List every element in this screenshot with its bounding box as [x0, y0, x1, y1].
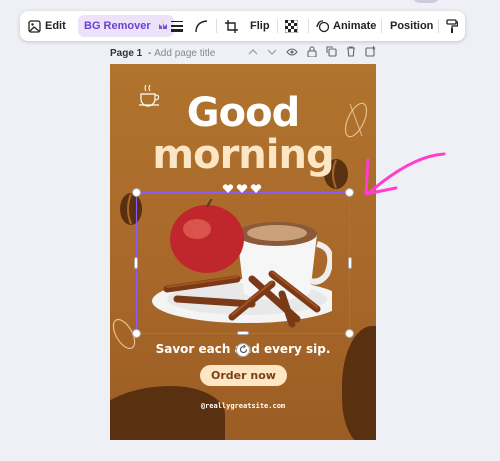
copy-icon[interactable] [326, 46, 337, 60]
resize-handle-top-left[interactable] [132, 188, 141, 197]
position-button[interactable]: Position [390, 11, 433, 41]
bottom-left-blob [110, 386, 225, 440]
bg-remover-button[interactable]: BG Remover [78, 15, 174, 37]
add-page-icon[interactable] [365, 46, 376, 60]
paint-roller-icon [446, 19, 458, 33]
image-edit-icon [28, 19, 41, 33]
line-weight-button[interactable] [171, 11, 183, 41]
resize-handle-left[interactable] [134, 257, 138, 269]
resize-handle-bottom-right[interactable] [345, 329, 354, 338]
corner-radius-button[interactable] [195, 11, 208, 41]
transparency-icon [285, 19, 298, 33]
animate-button[interactable]: Animate [316, 11, 376, 41]
crop-icon [225, 19, 238, 33]
heart-handles[interactable] [222, 184, 262, 194]
flip-label: Flip [250, 20, 270, 32]
lock-icon[interactable] [307, 46, 317, 60]
animate-label: Animate [333, 20, 377, 32]
line-weight-icon [171, 20, 183, 32]
chevron-down-icon[interactable] [267, 48, 277, 59]
transparency-button[interactable] [285, 11, 298, 41]
top-edge-element [412, 0, 440, 3]
crop-button[interactable] [225, 11, 238, 41]
selection-box [136, 192, 350, 334]
website-url[interactable]: @reallygreatsite.com [110, 402, 376, 410]
resize-handle-right[interactable] [348, 257, 352, 269]
edit-label: Edit [45, 20, 66, 32]
chevron-up-icon[interactable] [248, 48, 258, 59]
animate-icon [316, 19, 329, 33]
page-title-input[interactable]: Add page title [154, 48, 215, 59]
bg-remover-label: BG Remover [84, 20, 151, 32]
headline-good[interactable]: Good [110, 90, 376, 136]
page-title-bar: Page 1 - Add page title [110, 45, 376, 61]
rotate-handle[interactable] [236, 343, 250, 357]
eye-icon[interactable] [286, 47, 298, 59]
resize-handle-bottom-left[interactable] [132, 329, 141, 338]
rotate-icon [239, 341, 248, 359]
page-number: Page 1 [110, 47, 143, 59]
flip-button[interactable]: Flip [250, 11, 270, 41]
trash-icon[interactable] [346, 46, 356, 60]
page-title-separator: - [145, 47, 155, 59]
context-toolbar: Edit BG Remover Flip Animate Position [20, 11, 465, 41]
pink-arrow-icon [352, 148, 448, 209]
side-panel-edge[interactable] [488, 0, 500, 461]
corner-radius-icon [195, 19, 208, 33]
copy-style-button[interactable] [446, 11, 458, 41]
position-label: Position [390, 20, 434, 32]
headline-morning[interactable]: morning [110, 132, 376, 178]
order-now-button[interactable]: Order now [200, 365, 287, 386]
resize-handle-bottom[interactable] [237, 331, 249, 335]
edit-button[interactable]: Edit [28, 11, 66, 41]
